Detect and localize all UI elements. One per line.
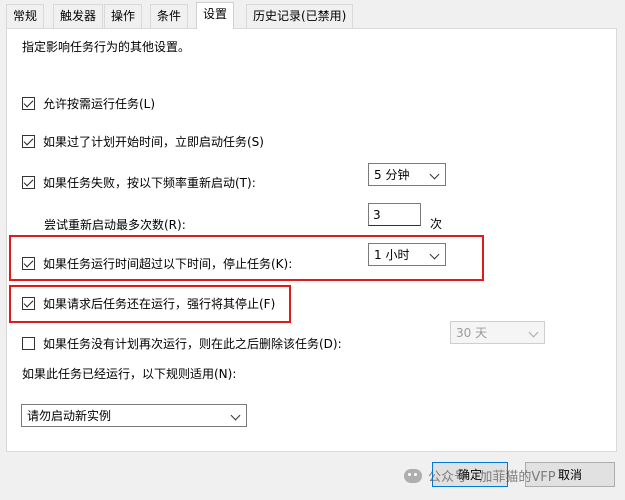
restart-attempts-unit: 次 bbox=[430, 217, 443, 231]
allow-on-demand-label: 允许按需运行任务(L) bbox=[43, 97, 156, 111]
chevron-down-icon bbox=[230, 410, 241, 421]
restart-attempts-label: 尝试重新启动最多次数(R): bbox=[44, 218, 186, 232]
tab-conditions[interactable]: 条件 bbox=[150, 4, 189, 28]
running-rule-dropdown[interactable]: 请勿启动新实例 bbox=[21, 404, 247, 427]
chevron-down-icon bbox=[528, 327, 539, 338]
allow-on-demand-checkbox[interactable] bbox=[22, 97, 35, 110]
stop-if-runs-longer-label: 如果任务运行时间超过以下时间，停止任务(K): bbox=[43, 257, 293, 271]
stop-if-runs-longer-option[interactable]: 如果任务运行时间超过以下时间，停止任务(K): bbox=[22, 255, 292, 272]
running-rule-label: 如果此任务已经运行，以下规则适用(N): bbox=[22, 367, 237, 381]
restart-on-failure-checkbox[interactable] bbox=[22, 176, 35, 189]
chevron-down-icon bbox=[429, 169, 440, 180]
settings-description: 指定影响任务行为的其他设置。 bbox=[22, 40, 191, 54]
tab-general[interactable]: 常规 bbox=[6, 4, 45, 28]
tab-triggers[interactable]: 触发器 bbox=[53, 4, 104, 28]
delete-if-not-scheduled-option[interactable]: 如果任务没有计划再次运行，则在此之后删除该任务(D): bbox=[22, 335, 342, 352]
chevron-down-icon bbox=[429, 249, 440, 260]
run-if-missed-label: 如果过了计划开始时间，立即启动任务(S) bbox=[43, 135, 264, 149]
tab-history[interactable]: 历史记录(已禁用) bbox=[246, 4, 354, 28]
wechat-logo-icon bbox=[404, 468, 422, 483]
tab-settings[interactable]: 设置 bbox=[196, 2, 235, 29]
watermark-text: 公众号 · 加菲猫的VFP bbox=[428, 470, 556, 485]
run-if-missed-option[interactable]: 如果过了计划开始时间，立即启动任务(S) bbox=[22, 133, 264, 150]
force-stop-option[interactable]: 如果请求后任务还在运行，强行将其停止(F) bbox=[22, 295, 275, 312]
restart-on-failure-option[interactable]: 如果任务失败，按以下频率重新启动(T): bbox=[22, 174, 256, 191]
delete-if-not-scheduled-label: 如果任务没有计划再次运行，则在此之后删除该任务(D): bbox=[43, 337, 342, 351]
force-stop-checkbox[interactable] bbox=[22, 297, 35, 310]
running-rule-value: 请勿启动新实例 bbox=[27, 409, 112, 423]
delete-if-not-scheduled-checkbox[interactable] bbox=[22, 337, 35, 350]
run-if-missed-checkbox[interactable] bbox=[22, 135, 35, 148]
watermark: 公众号 · 加菲猫的VFP bbox=[404, 466, 556, 485]
stop-if-runs-longer-checkbox[interactable] bbox=[22, 257, 35, 270]
allow-on-demand-option[interactable]: 允许按需运行任务(L) bbox=[22, 95, 155, 112]
tab-actions[interactable]: 操作 bbox=[104, 4, 143, 28]
force-stop-label: 如果请求后任务还在运行，强行将其停止(F) bbox=[43, 297, 276, 311]
delete-after-value: 30 天 bbox=[456, 326, 488, 340]
stop-duration-dropdown[interactable]: 1 小时 bbox=[368, 243, 446, 266]
restart-interval-value: 5 分钟 bbox=[374, 168, 410, 182]
restart-on-failure-label: 如果任务失败，按以下频率重新启动(T): bbox=[43, 176, 256, 190]
restart-interval-dropdown[interactable]: 5 分钟 bbox=[368, 163, 446, 186]
stop-duration-value: 1 小时 bbox=[374, 248, 410, 262]
restart-attempts-input[interactable]: 3 bbox=[368, 203, 421, 226]
delete-after-dropdown[interactable]: 30 天 bbox=[450, 321, 545, 344]
